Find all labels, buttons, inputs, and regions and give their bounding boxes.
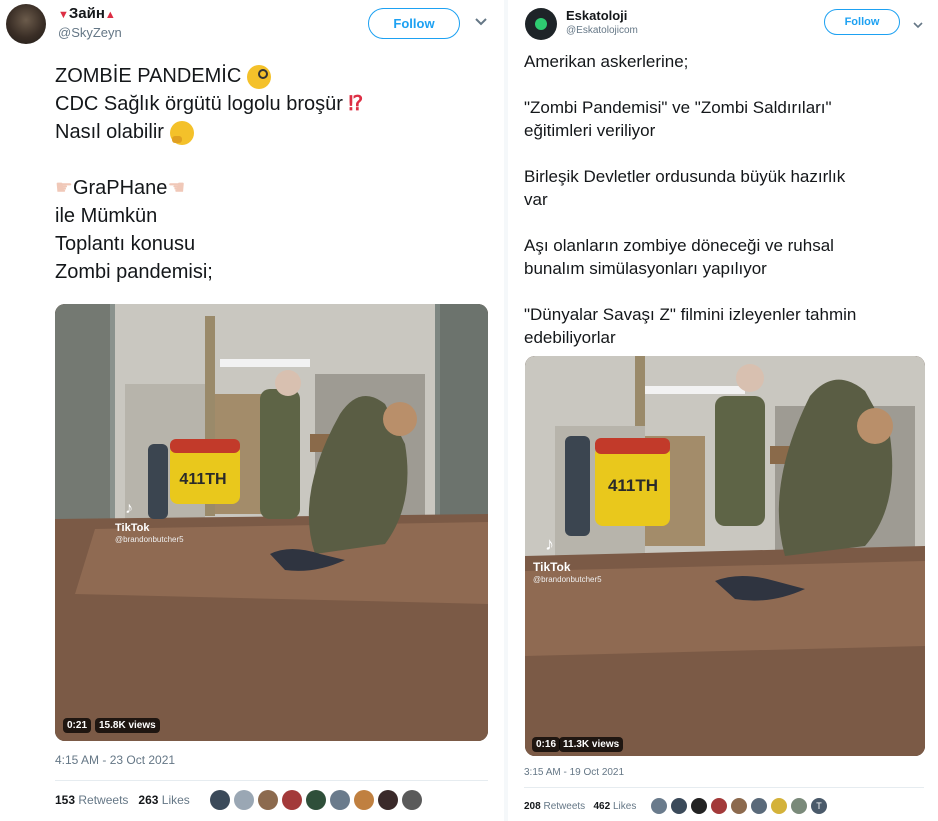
retweet-count[interactable]: 153 (55, 793, 75, 807)
text-line (524, 73, 856, 96)
video-player[interactable]: 411TH ♪ TikTok @brandonbutcher5 0:21 15.… (55, 304, 488, 741)
engagement-stats: 208 Retweets 462 Likes (524, 801, 636, 812)
video-player[interactable]: 411TH ♪ TikTok @brandonbutcher5 0:16 11.… (525, 356, 925, 756)
liker-avatar[interactable] (258, 790, 278, 810)
chevron-down-icon[interactable] (912, 16, 924, 34)
separator (55, 780, 488, 781)
cooler-label: 411TH (179, 471, 226, 488)
user-handle[interactable]: @SkyZeyn (58, 25, 122, 40)
text-line: "Dünyalar Savaşı Z" filmini izleyenler t… (524, 305, 857, 324)
right-tweet: Eskatoloji @Eskatolojicom Follow Amerika… (510, 0, 938, 821)
red-triangle-down-icon: ▼ (58, 9, 69, 21)
avatar[interactable] (6, 4, 46, 44)
display-name[interactable]: Eskatoloji (566, 8, 627, 23)
liker-avatar[interactable] (282, 790, 302, 810)
tiktok-username: @brandonbutcher5 (533, 575, 602, 584)
monocle-face-icon (246, 64, 271, 89)
liker-avatar[interactable] (691, 798, 707, 814)
video-frame: 411TH (525, 356, 925, 756)
text-line: var (524, 190, 548, 209)
liker-avatar[interactable] (354, 790, 374, 810)
text-line: ☛GraPHane☚ (55, 177, 186, 199)
separator (524, 787, 924, 788)
video-views: 15.8K views (95, 718, 160, 733)
engagement-stats: 153 Retweets 263 Likes (55, 793, 190, 807)
tweet-text: ZOMBİE PANDEMİC CDC Sağlık örgütü logolu… (55, 62, 363, 286)
text-line: ZOMBİE PANDEMİC (55, 62, 363, 90)
like-label[interactable]: Likes (162, 793, 190, 807)
user-handle[interactable]: @Eskatolojicom (566, 25, 638, 36)
liker-avatar[interactable]: T (811, 798, 827, 814)
tiktok-username: @brandonbutcher5 (115, 535, 184, 544)
liker-avatar[interactable] (671, 798, 687, 814)
liker-avatar[interactable] (306, 790, 326, 810)
video-duration: 0:21 (63, 718, 92, 733)
like-label[interactable]: Likes (613, 801, 636, 812)
liker-avatar[interactable] (378, 790, 398, 810)
text-line: CDC Sağlık örgütü logolu broşür ⁉ (55, 93, 364, 115)
video-duration: 0:16 (532, 737, 561, 752)
liker-avatar[interactable] (751, 798, 767, 814)
chevron-down-icon[interactable] (474, 14, 488, 32)
text-line: bunalım simülasyonları yapılıyor (524, 259, 767, 278)
text-line: Zombi pandemisi; (55, 261, 213, 283)
text-line: Birleşik Devletler ordusunda büyük hazır… (524, 167, 846, 186)
tweet-timestamp[interactable]: 4:15 AM - 23 Oct 2021 (55, 753, 175, 767)
liker-avatar[interactable] (330, 790, 350, 810)
left-tweet: ▼Зайн▲ @SkyZeyn Follow ZOMBİE PANDEMİC C… (0, 0, 502, 821)
like-count[interactable]: 263 (138, 793, 158, 807)
tweet-text: Amerikan askerlerine; "Zombi Pandemisi" … (524, 50, 856, 349)
avatar[interactable] (525, 8, 557, 40)
liker-avatar[interactable] (791, 798, 807, 814)
liker-avatar[interactable] (210, 790, 230, 810)
text-line: Amerikan askerlerine; (524, 52, 689, 71)
tiktok-label: TikTok (533, 560, 571, 574)
liker-avatars: T (651, 798, 831, 814)
follow-button[interactable]: Follow (368, 8, 460, 39)
tweet-timestamp[interactable]: 3:15 AM - 19 Oct 2021 (524, 767, 624, 778)
text-line: Toplantı konusu (55, 233, 196, 255)
liker-avatar[interactable] (711, 798, 727, 814)
retweet-label[interactable]: Retweets (78, 793, 128, 807)
logo-icon (535, 18, 547, 30)
retweet-count[interactable]: 208 (524, 801, 541, 812)
liker-avatars (210, 790, 426, 810)
text-line (524, 142, 856, 165)
text-line: "Zombi Pandemisi" ve "Zombi Saldırıları" (524, 98, 832, 117)
liker-avatar[interactable] (402, 790, 422, 810)
liker-avatar[interactable] (651, 798, 667, 814)
tiktok-icon: ♪ (125, 500, 133, 517)
pointing-left-icon: ☚ (167, 177, 186, 199)
text-line: eğitimleri veriliyor (524, 121, 656, 140)
pointing-right-icon: ☛ (55, 177, 73, 199)
follow-button[interactable]: Follow (824, 9, 900, 35)
liker-avatar[interactable] (731, 798, 747, 814)
retweet-label[interactable]: Retweets (543, 801, 585, 812)
tiktok-label: TikTok (115, 522, 150, 534)
liker-avatar[interactable] (234, 790, 254, 810)
text-line (524, 280, 856, 303)
cooler-label: 411TH (608, 476, 658, 495)
tiktok-icon: ♪ (545, 534, 554, 554)
text-line: Nasıl olabilir (55, 118, 363, 146)
exclamation-question-icon: ⁉ (348, 93, 364, 115)
text-line (524, 211, 856, 234)
text-line: edebiliyorlar (524, 328, 616, 347)
like-count[interactable]: 462 (594, 801, 611, 812)
video-views: 11.3K views (559, 737, 624, 752)
text-line: Aşı olanların zombiye döneceği ve ruhsal (524, 236, 834, 255)
red-triangle-up-icon: ▲ (104, 9, 116, 21)
column-divider (504, 0, 508, 821)
text-line: ile Mümkün (55, 205, 158, 227)
display-name[interactable]: ▼Зайн▲ (58, 5, 116, 22)
thinking-face-icon (169, 120, 194, 145)
text-line (55, 146, 363, 174)
display-name-text: Зайн (68, 5, 105, 22)
liker-avatar[interactable] (771, 798, 787, 814)
